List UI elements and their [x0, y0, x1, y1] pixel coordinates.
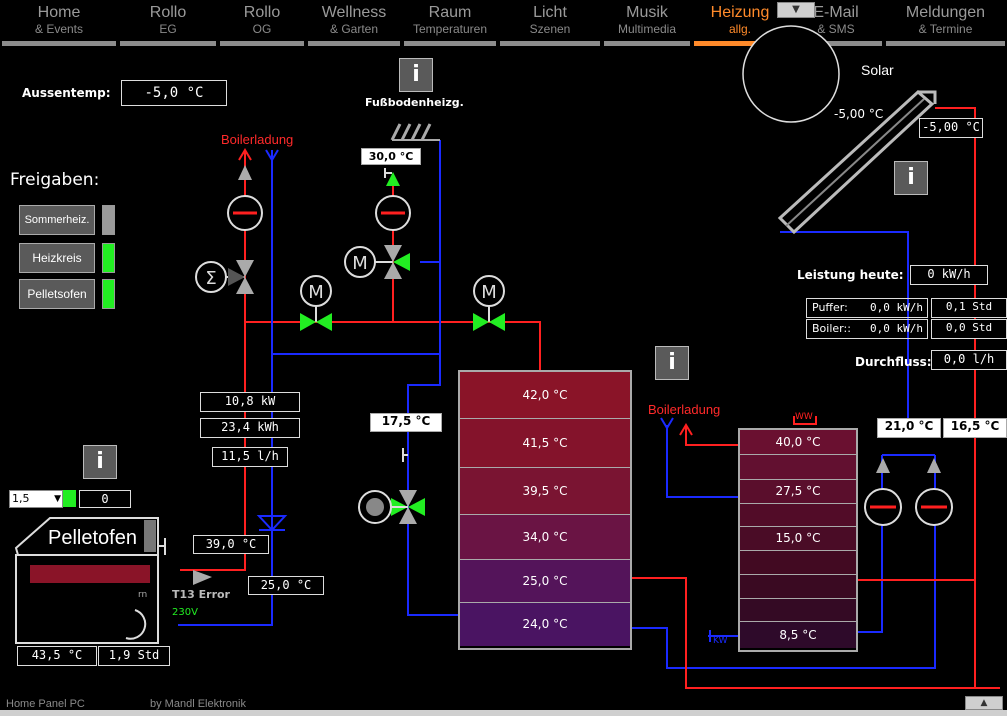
flow-arrow-icon	[386, 172, 400, 186]
buffer-cell: 34,0 °C	[460, 515, 630, 560]
speed-value: 1,5	[12, 492, 30, 505]
actuator-icon	[358, 490, 408, 524]
puffer-row: Puffer: 0,0 kW/h	[806, 298, 928, 318]
footer-right: by Mandl Elektronik	[150, 698, 246, 710]
boiler-cell: 40,0 °C	[740, 430, 856, 455]
svg-text:Σ: Σ	[205, 268, 216, 289]
red-pipe-top	[245, 321, 541, 370]
boiler-kw-value: 0,0 kW/h	[870, 322, 923, 335]
floor-heating-icon	[390, 123, 440, 141]
leistung-label: Leistung heute:	[797, 268, 904, 282]
buffer-cell: 24,0 °C	[460, 603, 630, 646]
boiler-cell	[740, 551, 856, 575]
pellet-count-value: 0	[79, 490, 131, 508]
boiler-row: Boiler:: 0,0 kW/h	[806, 319, 928, 339]
boiler-cell	[740, 455, 856, 480]
chevron-up-icon[interactable]: ▲	[965, 696, 1003, 710]
freigaben-title: Freigaben:	[10, 170, 100, 190]
pellet-main-temp: 43,5 °C	[17, 646, 97, 666]
blue-pipe-boiler	[666, 425, 740, 498]
flow-arrow-icon	[927, 458, 941, 473]
boiler-cell	[740, 599, 856, 622]
circuit-flow-value: 11,5 l/h	[212, 447, 288, 467]
bottom-bar	[0, 710, 1007, 716]
solar-label: Solar	[861, 62, 894, 78]
boiler-cell	[740, 504, 856, 527]
boiler-cell	[740, 575, 856, 599]
floor-temp-value: 30,0 °C	[361, 148, 421, 165]
chevron-down-icon: ▼	[54, 494, 61, 504]
speed-select[interactable]: 1,5 ▼	[9, 490, 63, 508]
floor-heating-label: Fußbodenheizg.	[365, 96, 464, 109]
three-way-valve-icon	[228, 260, 254, 294]
heizkreis-button[interactable]: Heizkreis	[19, 243, 95, 273]
info-icon[interactable]: i	[83, 445, 117, 479]
solar-box-temp: -5,00 °C	[919, 118, 983, 138]
buffer-cell: 42,0 °C	[460, 372, 630, 419]
pelletsofen-button[interactable]: Pelletsofen	[19, 279, 95, 309]
flow-arrow-icon	[876, 458, 890, 473]
info-icon[interactable]: i	[655, 346, 689, 380]
info-icon[interactable]: i	[399, 58, 433, 92]
ww-label: WW	[795, 412, 813, 422]
boilerladung-mid-label: Boilerladung	[648, 402, 721, 417]
puffer-label: Puffer:	[812, 301, 848, 314]
circuit-power-value: 10,8 kW	[200, 392, 300, 412]
red-pipe-boiler	[685, 425, 740, 446]
pellet-out-temp: 39,0 °C	[193, 535, 269, 554]
pump-icon	[227, 195, 263, 231]
solar-t2-value: 16,5 °C	[943, 418, 1007, 438]
pump-icon	[915, 488, 953, 526]
svg-text:M: M	[352, 253, 368, 274]
flow-arrow-icon	[238, 165, 252, 180]
boiler-cell: 8,5 °C	[740, 622, 856, 648]
blue-pipe-boiler-out	[855, 455, 883, 633]
circuit-energy-value: 23,4 kWh	[200, 418, 300, 438]
outside-temp-value: -5,0 °C	[121, 80, 227, 106]
pellet-voltage-text: 230V	[172, 607, 198, 618]
pelletsofen-indicator	[102, 279, 115, 309]
boilerladung-top-label: Boilerladung	[221, 132, 294, 147]
outside-temp-label: Aussentemp:	[22, 86, 111, 100]
pellet-oven-title: Pelletofen	[48, 527, 137, 549]
flow-arrow-icon	[193, 570, 212, 585]
boiler-cell: 15,0 °C	[740, 527, 856, 551]
info-icon[interactable]: i	[894, 161, 928, 195]
heizkreis-indicator	[102, 243, 115, 273]
pellet-status-indicator	[63, 490, 76, 507]
pump-icon	[375, 195, 411, 231]
buffer-tank: 42,0 °C 41,5 °C 39,5 °C 34,0 °C 25,0 °C …	[458, 370, 632, 650]
sommerheiz-indicator	[102, 205, 115, 235]
solar-t1-value: 21,0 °C	[877, 418, 941, 438]
boiler-cell: 27,5 °C	[740, 480, 856, 504]
blue-pipe-mix	[407, 140, 458, 616]
sommerheiz-button[interactable]: Sommerheiz.	[19, 205, 95, 235]
buffer-cell: 41,5 °C	[460, 419, 630, 468]
svg-text:M: M	[308, 282, 324, 303]
buffer-cell: 25,0 °C	[460, 560, 630, 603]
motor-icon: M	[473, 275, 505, 322]
footer-left: Home Panel PC	[6, 698, 85, 710]
puffer-std-value: 0,1 Std	[931, 298, 1007, 318]
svg-text:M: M	[481, 282, 497, 303]
pellet-error-text: T13 Error	[172, 588, 230, 601]
leistung-value: 0 kW/h	[910, 265, 988, 285]
boiler-tank: 40,0 °C 27,5 °C 15,0 °C 8,5 °C	[738, 428, 858, 652]
motor-icon: M	[344, 246, 393, 278]
pellet-hours: 1,9 Std	[98, 646, 170, 666]
pellet-return-temp: 25,0 °C	[248, 576, 324, 595]
durchfluss-value: 0,0 l/h	[931, 350, 1007, 370]
mix-temp-value: 17,5 °C	[370, 413, 442, 432]
kw-label: KW	[713, 636, 728, 646]
boiler-std-value: 0,0 Std	[931, 319, 1007, 339]
buffer-cell: 39,5 °C	[460, 468, 630, 515]
pellet-symbol: rn	[138, 590, 148, 600]
durchfluss-label: Durchfluss:	[855, 355, 932, 369]
boiler-label: Boiler::	[812, 322, 851, 335]
sun-icon	[742, 25, 840, 123]
solar-panel-temp: -5,00 °C	[834, 107, 884, 121]
motor-icon: M	[300, 275, 332, 322]
puffer-kw-value: 0,0 kW/h	[870, 301, 923, 314]
pump-icon	[864, 488, 902, 526]
